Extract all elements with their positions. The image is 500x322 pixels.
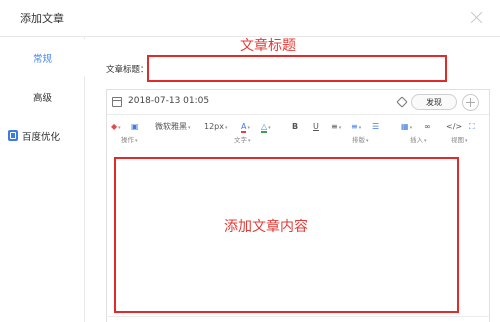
publish-button[interactable]: 发现 xyxy=(411,94,457,110)
add-article-dialog: 添加文章 常规 高级 百度优化 文章标题 文章标题： 2018-07-13 01… xyxy=(0,0,500,322)
font-size-select[interactable]: 12px▾ xyxy=(204,122,228,133)
editor-toolbar: ◆▾ ▣ 操作▾ 微软雅黑▾ 12px▾ A▾ △▾ B U 文字▾ ≡▾ ≡▾… xyxy=(107,116,489,148)
calendar-icon[interactable] xyxy=(112,97,122,107)
eraser-icon[interactable]: ◆▾ xyxy=(111,122,121,133)
tag-icon[interactable] xyxy=(396,96,408,108)
indent-icon[interactable]: ≡▾ xyxy=(351,122,361,133)
sidebar-item-general[interactable]: 常规 xyxy=(0,39,86,76)
content-annotation: 添加文章内容 xyxy=(224,219,308,235)
font-color-icon[interactable]: A▾ xyxy=(241,122,250,133)
editor-status-bar xyxy=(106,316,490,322)
close-icon[interactable] xyxy=(468,9,486,27)
code-view-icon[interactable]: </> xyxy=(446,122,462,132)
title-annotation: 文章标题 xyxy=(240,38,296,54)
title-input[interactable] xyxy=(147,55,447,82)
align-icon[interactable]: ≡▾ xyxy=(331,122,341,133)
editor-meta-bar: 2018-07-13 01:05 发现 xyxy=(107,90,489,115)
sidebar: 常规 高级 百度优化 xyxy=(0,37,86,322)
publish-date[interactable]: 2018-07-13 01:05 xyxy=(128,96,209,106)
toolbar-group-view: 视图▾ xyxy=(451,136,468,144)
dialog-title: 添加文章 xyxy=(20,12,64,25)
toolbar-group-insert: 插入▾ xyxy=(410,136,427,144)
bold-button[interactable]: B xyxy=(292,122,298,132)
sidebar-item-label: 高级 xyxy=(32,92,52,104)
list-icon[interactable]: ☰ xyxy=(372,122,379,132)
toolbar-group-layout: 排版▾ xyxy=(352,136,369,144)
sidebar-item-label: 百度优化 xyxy=(22,131,61,143)
highlight-color-icon[interactable]: △▾ xyxy=(261,122,271,133)
underline-button[interactable]: U xyxy=(313,122,319,132)
toolbar-group-text: 文字▾ xyxy=(234,136,251,144)
shield-icon xyxy=(8,130,18,141)
font-family-select[interactable]: 微软雅黑▾ xyxy=(155,122,191,133)
link-icon[interactable]: ∞ xyxy=(424,122,431,132)
fullscreen-icon[interactable]: ⛶ xyxy=(469,122,475,132)
dialog-header: 添加文章 xyxy=(0,0,500,37)
toolbar-group-operation: 操作▾ xyxy=(121,136,138,144)
image-icon[interactable]: ▦▾ xyxy=(401,122,412,133)
title-field-label: 文章标题： xyxy=(106,65,149,75)
sidebar-item-label: 常规 xyxy=(32,53,52,65)
sidebar-item-baidu-seo[interactable]: 百度优化 xyxy=(0,117,85,154)
add-icon[interactable] xyxy=(462,94,479,111)
sidebar-item-advanced[interactable]: 高级 xyxy=(0,78,85,115)
paste-icon[interactable]: ▣ xyxy=(131,122,139,132)
